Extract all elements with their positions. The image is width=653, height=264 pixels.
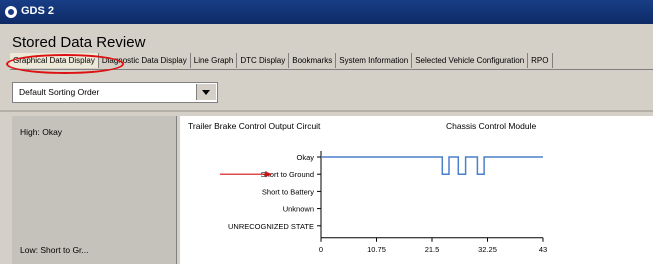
value-panel: High: Okay Low: Short to Gr... bbox=[12, 116, 177, 264]
low-value-label: Low: Short to Gr... bbox=[20, 245, 89, 255]
signal-chart: OkayShort to GroundShort to BatteryUnkno… bbox=[220, 151, 547, 254]
tab-bookmarks[interactable]: Bookmarks bbox=[289, 53, 337, 68]
window-title: GDS 2 bbox=[21, 5, 55, 17]
x-tick-label: 10.75 bbox=[367, 245, 386, 254]
y-tick-label: Unknown bbox=[283, 205, 314, 214]
tab-line-graph[interactable]: Line Graph bbox=[191, 53, 238, 68]
main-content: Stored Data Review Graphical Data Displa… bbox=[0, 24, 653, 264]
y-tick-label: Short to Battery bbox=[262, 187, 314, 196]
page-title: Stored Data Review bbox=[12, 34, 146, 51]
tab-rpo[interactable]: RPO bbox=[528, 53, 553, 68]
high-value-label: High: Okay bbox=[20, 127, 63, 137]
tab-highlight-annotation bbox=[6, 54, 124, 74]
signal-line bbox=[321, 156, 543, 175]
x-tick-label: 32.25 bbox=[478, 245, 497, 254]
section-divider bbox=[0, 110, 653, 112]
chart-area: Trailer Brake Control Output Circuit Cha… bbox=[180, 116, 653, 264]
tab-selected-vehicle-configuration[interactable]: Selected Vehicle Configuration bbox=[412, 53, 529, 68]
x-tick-label: 43 bbox=[539, 245, 547, 254]
tab-system-information[interactable]: System Information bbox=[336, 53, 413, 68]
x-tick-label: 0 bbox=[319, 245, 323, 254]
title-bar: GDS 2 bbox=[0, 0, 653, 24]
y-tick-label: Okay bbox=[296, 153, 314, 162]
y-tick-label: UNRECOGNIZED STATE bbox=[228, 222, 314, 231]
sorting-order-dropdown[interactable]: Default Sorting Order bbox=[12, 82, 218, 103]
x-tick-label: 21.5 bbox=[425, 245, 440, 254]
app-logo-icon bbox=[5, 6, 17, 18]
dropdown-arrow-icon[interactable] bbox=[196, 84, 216, 100]
tab-dtc-display[interactable]: DTC Display bbox=[237, 53, 290, 68]
sorting-order-value: Default Sorting Order bbox=[19, 87, 100, 97]
